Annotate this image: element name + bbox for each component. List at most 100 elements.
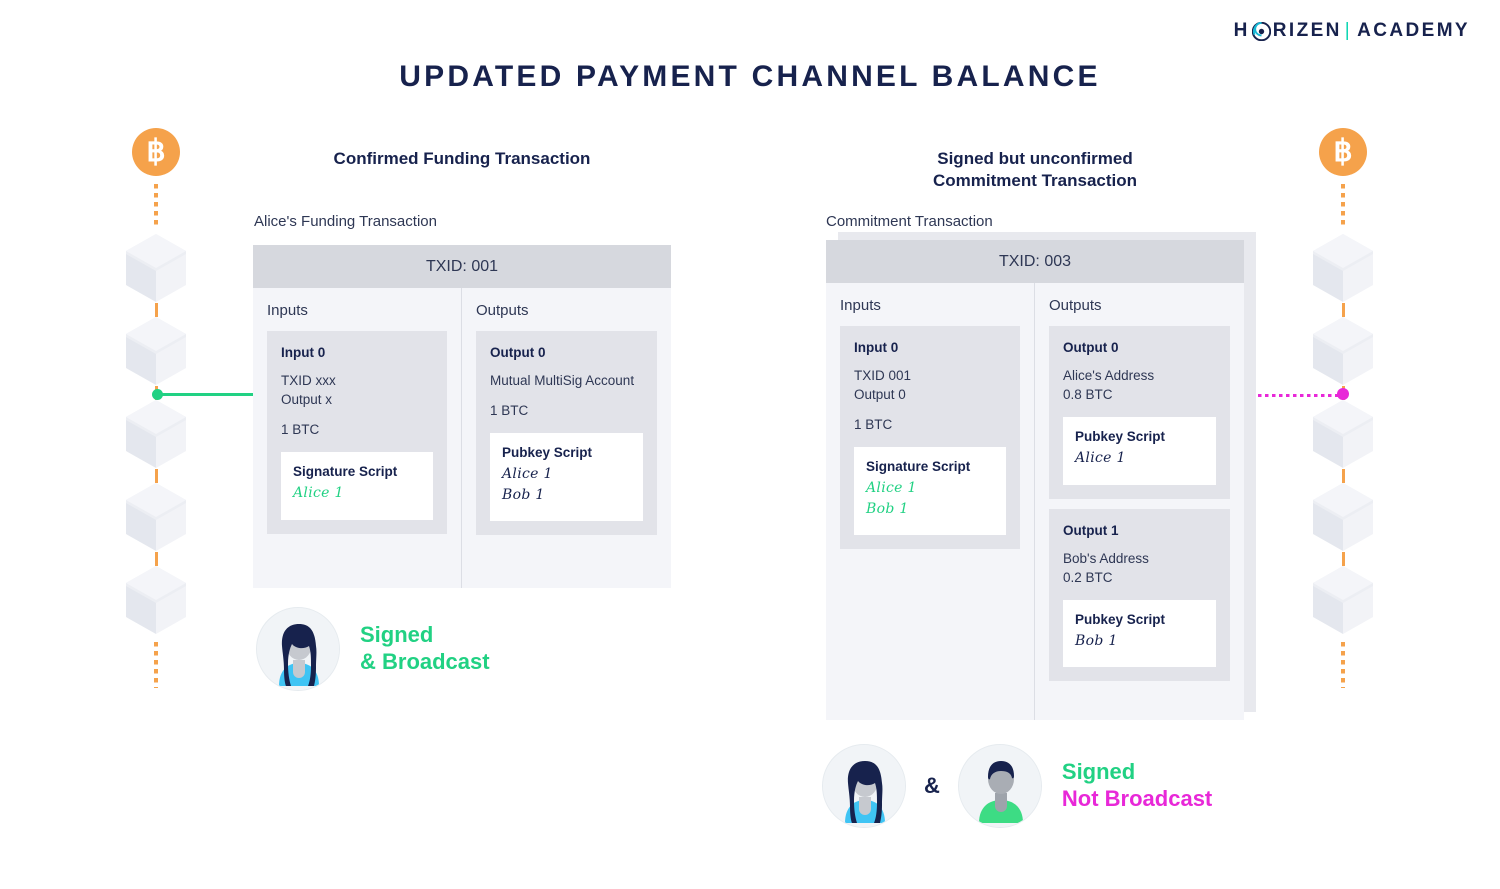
script-title: Pubkey Script <box>1075 611 1166 627</box>
funding-connector-line <box>158 393 254 396</box>
funding-status-line2: & Broadcast <box>360 649 490 674</box>
funding-status-row: Signed & Broadcast <box>256 607 490 691</box>
alice-avatar <box>256 607 340 691</box>
funding-connector-dot <box>152 389 163 400</box>
blockchain-block <box>1310 303 1376 387</box>
script-title: Pubkey Script <box>502 445 593 461</box>
funding-outputs-title: Outputs <box>476 302 529 319</box>
block-link <box>154 552 158 566</box>
script-box: Signature Script Alice 1 <box>281 452 433 520</box>
script-signature-entry: Bob 1 <box>866 500 909 517</box>
input-box-line: TXID 001 <box>854 368 912 383</box>
script-signature-entry: Alice 1 <box>866 480 917 497</box>
logo-wordmark: H RIZEN | ACADEMY <box>1234 20 1470 42</box>
block-link <box>154 469 158 483</box>
script-signature-entry: Alice 1 <box>293 485 344 502</box>
block-link <box>154 303 158 317</box>
input-box-line: Output x <box>281 392 333 408</box>
output-box: Output 0 Alice's Address 0.8 BTC Pubkey Scr… <box>1049 326 1230 499</box>
logo-text-before: H <box>1233 20 1250 41</box>
commitment-inputs-title: Inputs <box>840 297 881 314</box>
input-box-title: Input 0 <box>281 345 326 360</box>
funding-txid-header: TXID: 001 <box>253 245 671 288</box>
output-box-line: Alice's Address <box>1063 368 1155 383</box>
input-box: Input 0 TXID xxx Output x 1 BTC Signature Sc… <box>267 331 447 534</box>
input-box-line: TXID xxx <box>281 373 336 388</box>
script-box: Pubkey Script Bob 1 <box>1063 599 1216 668</box>
chain-dots-bottom-left <box>154 642 158 688</box>
input-box-amount: 1 BTC <box>854 417 893 433</box>
script-box: Pubkey Script Alice 1 <box>1063 417 1216 485</box>
blockchain-right: ฿ <box>1308 128 1378 688</box>
bitcoin-logo-right: ฿ <box>1319 128 1367 176</box>
horizen-academy-logo: H RIZEN | ACADEMY <box>1234 20 1470 42</box>
page-title: UPDATED PAYMENT CHANNEL BALANCE <box>399 60 1101 93</box>
status-conjunction: & <box>924 773 940 798</box>
output-box-line: Mutual MultiSig Account <box>490 373 635 388</box>
input-box-amount: 1 BTC <box>281 422 320 438</box>
blockchain-block <box>123 303 189 387</box>
chain-dots-top-right <box>1341 184 1345 226</box>
logo-text-after: RIZEN <box>1272 20 1342 41</box>
blockchain-block <box>1310 469 1376 553</box>
right-section-heading: Signed but unconfirmed Commitment Transa… <box>826 148 1244 192</box>
right-heading-line2: Commitment Transaction <box>932 171 1138 191</box>
right-heading-line1: Signed but unconfirmed <box>937 149 1133 168</box>
script-signature-entry: Bob 1 <box>502 486 545 503</box>
bitcoin-logo-left: ฿ <box>132 128 180 176</box>
chain-dots-top-left <box>154 184 158 226</box>
input-box-line: Output 0 <box>854 387 906 403</box>
commitment-outputs-column: Outputs Output 0 Alice's Address 0.8 BTC Pu… <box>1035 283 1244 720</box>
block-link <box>1341 303 1345 317</box>
blockchain-block <box>1310 232 1376 304</box>
script-title: Signature Script <box>293 464 398 480</box>
commitment-outputs-title: Outputs <box>1049 297 1102 314</box>
output-box-line: Bob's Address <box>1063 550 1149 566</box>
commitment-status-row: & Signed Not Broadcast <box>822 744 1212 828</box>
commitment-transaction-card: TXID: 003 Inputs Input 0 TXID 001 Output 0… <box>826 240 1244 720</box>
script-signature-entry: Bob 1 <box>1075 632 1118 649</box>
input-box: Input 0 TXID 001 Output 0 1 BTC Signature Sc… <box>840 326 1020 550</box>
funding-status-line1: Signed <box>360 622 434 648</box>
script-box: Signature Script Alice 1 Bob 1 <box>854 447 1006 536</box>
chain-dots-bottom-right <box>1341 642 1345 688</box>
output-box-title: Output 1 <box>1063 522 1119 538</box>
commitment-txid-header: TXID: 003 <box>826 240 1244 283</box>
blockchain-block <box>123 552 189 636</box>
script-signature-entry: Alice 1 <box>502 466 553 483</box>
output-box-title: Output 0 <box>490 345 546 360</box>
output-box-title: Output 0 <box>1063 340 1119 355</box>
alice-avatar <box>822 744 906 828</box>
blockchain-block <box>123 386 189 470</box>
output-box-line: 0.8 BTC <box>1063 387 1113 403</box>
input-box-title: Input 0 <box>854 340 899 355</box>
output-box-line: 0.2 BTC <box>1063 569 1113 585</box>
commitment-status-label: Signed Not Broadcast <box>1062 759 1212 813</box>
output-box: Output 1 Bob's Address 0.2 BTC Pubkey Scrip… <box>1049 508 1230 682</box>
script-signature-entry: Alice 1 <box>1075 450 1126 467</box>
blockchain-left: ฿ <box>121 128 191 688</box>
output-box: Output 0 Mutual MultiSig Account 1 BTC Pubk… <box>476 331 657 535</box>
script-box: Pubkey Script Alice 1 Bob 1 <box>490 433 643 521</box>
commitment-inputs-column: Inputs Input 0 TXID 001 Output 0 1 BTC Signa… <box>826 283 1035 720</box>
left-tx-caption: Alice's Funding Transaction <box>254 213 437 230</box>
script-title: Pubkey Script <box>1075 429 1166 445</box>
blockchain-block <box>123 232 189 304</box>
funding-inputs-column: Inputs Input 0 TXID xxx Output x 1 BTC Signa… <box>253 288 462 588</box>
funding-status-label: Signed & Broadcast <box>360 622 490 676</box>
commitment-connector-line <box>1258 394 1340 397</box>
commitment-status-line1: Signed <box>1061 759 1136 785</box>
right-tx-caption: Commitment Transaction <box>826 213 993 230</box>
funding-inputs-title: Inputs <box>267 302 308 319</box>
funding-outputs-column: Outputs Output 0 Mutual MultiSig Account 1… <box>462 288 671 588</box>
blockchain-block <box>1310 552 1376 636</box>
block-link <box>1341 469 1345 483</box>
commitment-connector-dot <box>1337 388 1349 400</box>
